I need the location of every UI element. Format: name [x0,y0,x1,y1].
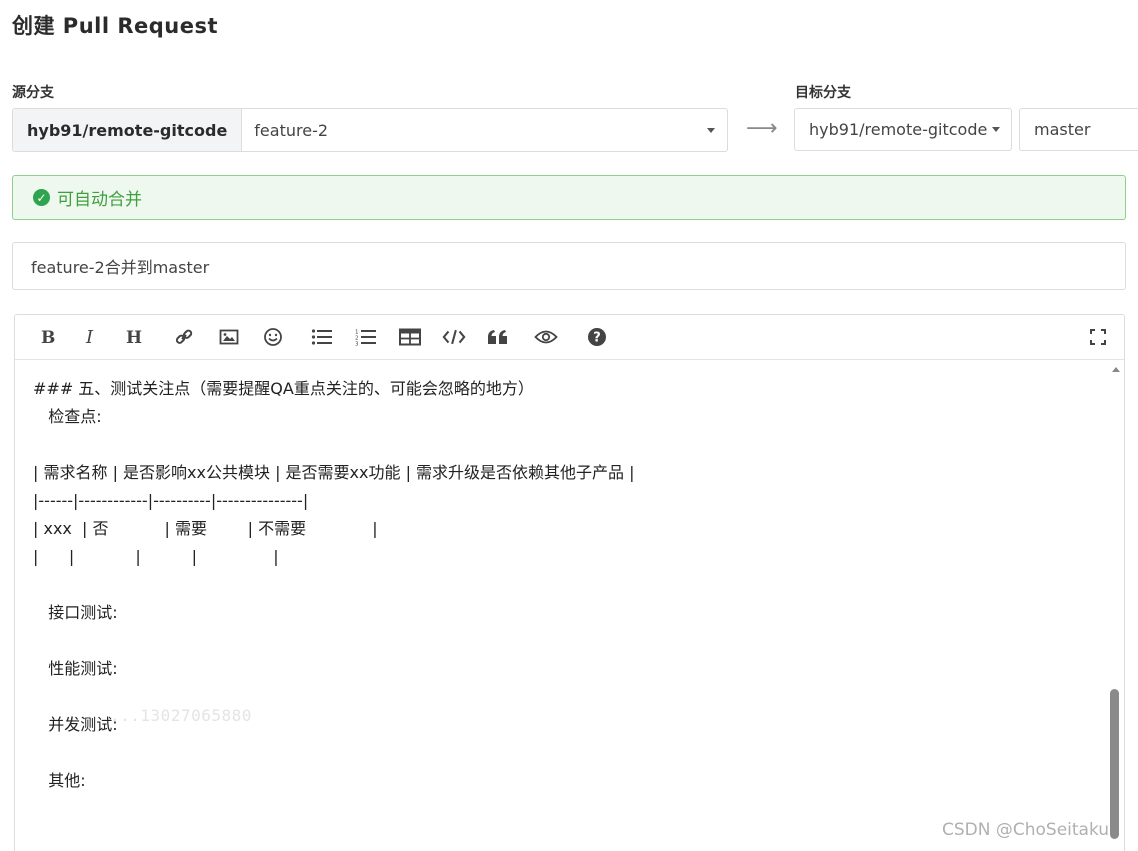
chevron-down-icon [707,128,715,133]
create-pr-page: 创建 Pull Request 源分支 目标分支 hyb91/remote-gi… [0,0,1138,851]
target-branch-label: 目标分支 [795,85,851,101]
scroll-thumb[interactable] [1110,689,1119,839]
source-branch-selector: hyb91/remote-gitcode feature-2 [12,108,728,152]
editor-line: ### 五、测试关注点（需要提醒QA重点关注的、可能会忽略的地方） [33,379,534,398]
editor-toolbar: B I H 123 ? [15,315,1124,360]
svg-text:I: I [85,328,94,346]
editor-textarea[interactable]: ### 五、测试关注点（需要提醒QA重点关注的、可能会忽略的地方） 检查点: |… [15,359,1107,851]
editor-scrollbar[interactable] [1107,359,1124,851]
merge-status-text: 可自动合并 [57,190,142,210]
help-icon[interactable]: ? [585,325,609,349]
editor-line: 检查点: [33,407,102,426]
editor-line: 性能测试: [33,659,118,678]
description-editor: B I H 123 ? ### 五、测试关注点（需要提醒QA重点关注的、可能会忽… [14,314,1125,851]
editor-line: | xxx | 否 | 需要 | 不需要 | [33,519,378,538]
link-icon[interactable] [172,325,196,349]
source-repo: hyb91/remote-gitcode [13,109,243,151]
phone-watermark: ...13027065880 [110,706,252,725]
bullet-list-icon[interactable] [310,325,334,349]
image-icon[interactable] [217,325,241,349]
editor-line: 接口测试: [33,603,118,622]
svg-text:B: B [41,328,55,346]
preview-icon[interactable] [534,325,558,349]
source-branch-dropdown[interactable]: feature-2 [242,109,727,151]
svg-text:H: H [126,328,142,346]
fullscreen-icon[interactable] [1086,325,1110,349]
editor-line: | 需求名称 | 是否影响xx公共模块 | 是否需要xx功能 | 需求升级是否依… [33,463,635,482]
arrow-right-icon: ⟶ [746,116,778,141]
editor-line: | | | | | [33,547,279,566]
pr-title-input[interactable]: feature-2合并到master [12,242,1126,290]
emoji-icon[interactable] [261,325,285,349]
editor-line: |------|------------|----------|--------… [33,491,309,510]
merge-status-banner: ✓ 可自动合并 [12,175,1126,220]
target-branch-value: master [1034,120,1091,139]
italic-icon[interactable]: I [79,325,103,349]
heading-icon[interactable]: H [123,325,147,349]
check-circle-icon: ✓ [33,189,50,206]
source-branch-label: 源分支 [12,85,54,101]
table-icon[interactable] [398,325,422,349]
svg-text:3: 3 [355,342,359,347]
target-repo-dropdown[interactable]: hyb91/remote-gitcode [794,108,1012,151]
chevron-down-icon [992,127,1001,132]
quote-icon[interactable] [486,325,510,349]
pr-title-value: feature-2合并到master [31,258,210,277]
editor-line: 其他: [33,771,86,790]
target-branch-dropdown[interactable]: master [1019,108,1138,151]
page-title: 创建 Pull Request [12,14,219,38]
svg-text:?: ? [593,331,601,346]
scroll-up-icon[interactable] [1112,367,1120,372]
editor-line: 并发测试: [33,715,118,734]
source-branch-value: feature-2 [254,120,329,140]
bold-icon[interactable]: B [36,325,60,349]
csdn-watermark: CSDN @ChoSeitaku [942,820,1110,840]
code-icon[interactable] [442,325,466,349]
target-repo-value: hyb91/remote-gitcode [809,120,988,139]
numbered-list-icon[interactable]: 123 [354,325,378,349]
